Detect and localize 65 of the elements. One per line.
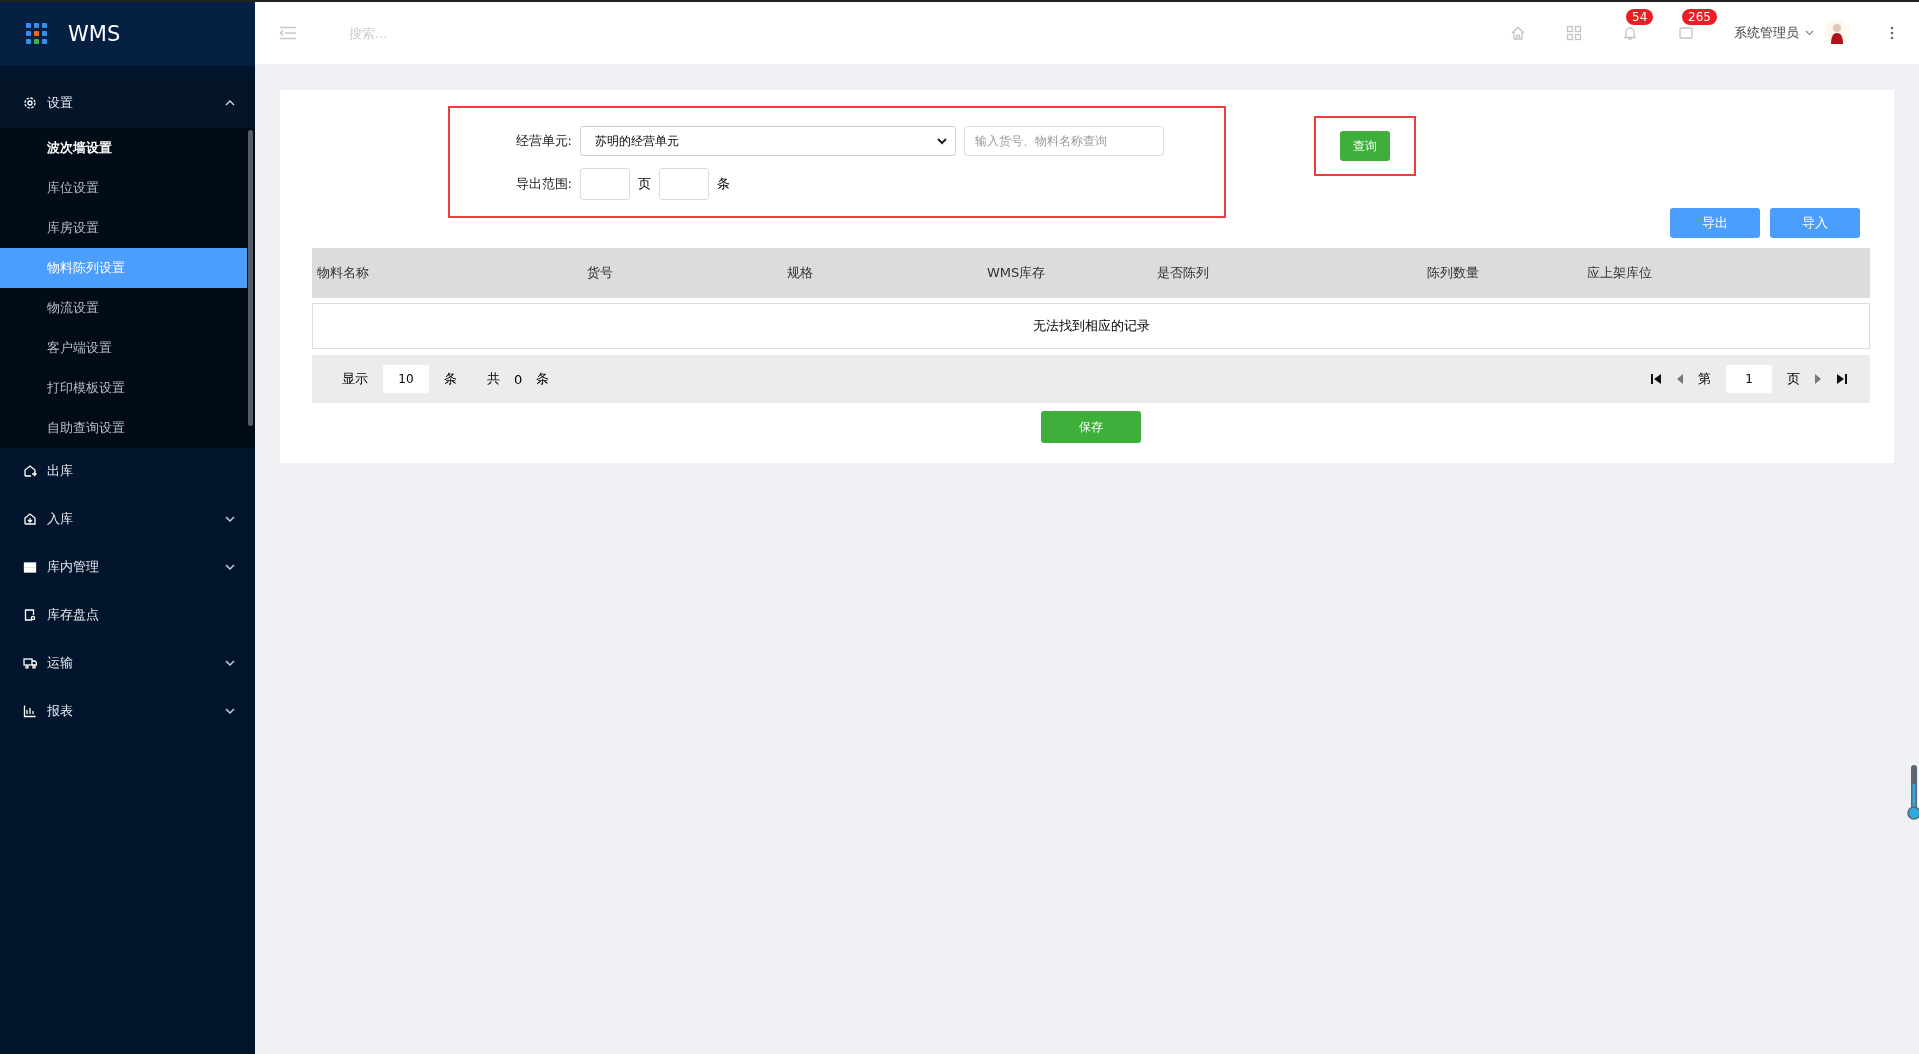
clipboard-search-icon — [23, 608, 37, 622]
next-page-icon[interactable] — [1814, 373, 1822, 385]
menu-collapse-icon[interactable] — [279, 26, 297, 40]
user-menu[interactable]: 系统管理员 — [1734, 24, 1814, 42]
unit-label: 页 — [638, 175, 651, 193]
column-header[interactable]: 规格 — [787, 264, 987, 282]
submenu-item[interactable]: 物流设置 — [0, 288, 247, 328]
scrollbar-thumb[interactable] — [248, 130, 253, 426]
menu-item[interactable]: 入库 — [0, 496, 255, 542]
drawer-icon — [23, 560, 37, 574]
submenu-item[interactable]: 客户端设置 — [0, 328, 247, 368]
truck-icon — [23, 656, 37, 670]
unit-select[interactable]: 苏明的经营单元 — [580, 126, 956, 156]
house-arrow-icon — [23, 464, 37, 478]
column-header[interactable]: 陈列数量 — [1427, 264, 1587, 282]
chevron-down-icon — [937, 137, 947, 145]
page-size-field[interactable]: 10 — [382, 364, 430, 394]
more-icon[interactable] — [1890, 26, 1894, 40]
pager-label: 共 — [487, 370, 500, 388]
thermometer-icon[interactable] — [1907, 764, 1919, 820]
page-field[interactable] — [580, 168, 630, 200]
submenu-item[interactable]: 打印模板设置 — [0, 368, 247, 408]
submenu-item[interactable]: 库房设置 — [0, 208, 247, 248]
pager-label: 条 — [536, 370, 550, 388]
pager-label: 条 — [444, 370, 457, 388]
message-count: 265 — [1682, 9, 1717, 25]
field-label: 导出范围: — [514, 175, 572, 193]
bell-icon[interactable] — [1622, 25, 1638, 41]
unit-label: 条 — [717, 175, 730, 193]
first-page-icon[interactable] — [1650, 373, 1662, 385]
row-field[interactable] — [659, 168, 709, 200]
submenu-item[interactable]: 自助查询设置 — [0, 408, 247, 448]
app-title: WMS — [68, 22, 121, 46]
field-label: 经营单元: — [514, 132, 572, 150]
house-arrow-icon — [23, 512, 37, 526]
menu-item[interactable]: 运输 — [0, 640, 255, 686]
column-header[interactable]: 应上架库位 — [1587, 264, 1867, 282]
home-icon[interactable] — [1510, 25, 1526, 41]
pager-label: 显示 — [342, 370, 368, 388]
gear-icon — [23, 96, 37, 110]
grid-icon[interactable] — [1566, 25, 1582, 41]
column-header[interactable]: WMS库存 — [987, 264, 1157, 282]
pager-label: 第 — [1698, 370, 1711, 388]
submenu-item[interactable]: 库位设置 — [0, 168, 247, 208]
notification-count: 54 — [1626, 9, 1654, 25]
menu-item[interactable]: 库内管理 — [0, 544, 255, 590]
menu-item[interactable]: 出库 — [0, 448, 255, 494]
keyword-field[interactable]: 输入货号、物料名称查询 — [964, 126, 1164, 156]
column-header[interactable]: 货号 — [587, 264, 787, 282]
app-grid-icon — [26, 23, 48, 45]
message-icon[interactable] — [1678, 25, 1694, 41]
column-header[interactable]: 物料名称 — [317, 264, 587, 282]
chevron-down-icon — [1805, 30, 1814, 36]
avatar[interactable] — [1824, 20, 1850, 46]
column-header[interactable]: 是否陈列 — [1157, 264, 1427, 282]
page-number-field[interactable]: 1 — [1725, 364, 1773, 394]
empty-message: 无法找到相应的记录 — [1032, 317, 1150, 335]
pager-label: 页 — [1787, 370, 1800, 388]
submenu-item[interactable]: 波次墙设置 — [0, 128, 247, 168]
menu-item[interactable]: 报表 — [0, 688, 255, 734]
last-page-icon[interactable] — [1836, 373, 1848, 385]
menu-item[interactable]: 库存盘点 — [0, 592, 255, 638]
previous-page-icon[interactable] — [1676, 373, 1684, 385]
total-count: 0 — [514, 371, 523, 387]
bar-chart-icon — [23, 704, 37, 718]
